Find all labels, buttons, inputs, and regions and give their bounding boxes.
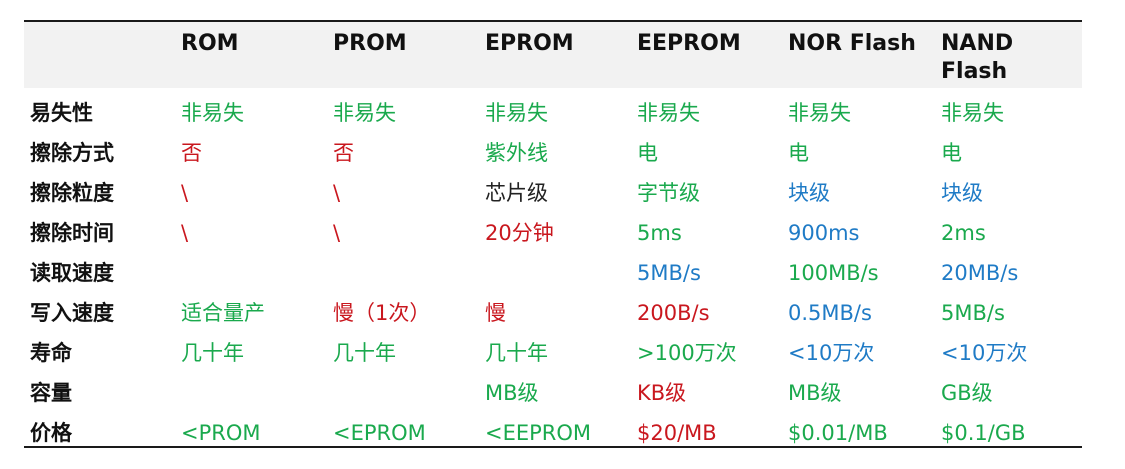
cell-eeprom: $20/MB bbox=[637, 421, 717, 445]
cell-eprom: 紫外线 bbox=[485, 141, 548, 165]
cell-rom: 几十年 bbox=[181, 341, 244, 365]
table-row: 易失性 非易失 非易失 非易失 非易失 非易失 非易失 bbox=[24, 94, 1082, 134]
table-row: 容量 MB级 KB级 MB级 GB级 bbox=[24, 374, 1082, 414]
cell-prom: 否 bbox=[333, 141, 354, 165]
cell-nand-flash: 5MB/s bbox=[941, 301, 1005, 325]
column-header-rom: ROM bbox=[181, 31, 239, 56]
cell-nor-flash: $0.01/MB bbox=[788, 421, 888, 445]
cell-rom: <PROM bbox=[181, 421, 261, 445]
row-label: 擦除时间 bbox=[30, 221, 114, 245]
cell-nand-flash: GB级 bbox=[941, 381, 993, 405]
table-row: 价格 <PROM <EPROM <EEPROM $20/MB $0.01/MB $0.1/G… bbox=[24, 414, 1082, 454]
row-label: 易失性 bbox=[30, 101, 93, 125]
cell-eprom: 芯片级 bbox=[485, 181, 548, 205]
cell-prom: 几十年 bbox=[333, 341, 396, 365]
cell-eeprom: 字节级 bbox=[637, 181, 700, 205]
cell-eeprom: 5ms bbox=[637, 221, 682, 245]
row-label: 写入速度 bbox=[30, 301, 114, 325]
cell-prom: \ bbox=[333, 221, 341, 245]
cell-prom: 慢（1次） bbox=[333, 301, 431, 325]
column-header-eeprom: EEPROM bbox=[637, 31, 741, 56]
cell-rom: \ bbox=[181, 221, 189, 245]
table-body: 易失性 非易失 非易失 非易失 非易失 非易失 非易失擦除方式 否 否 紫外线 电 电 电擦除粒度 \ \ 芯… bbox=[24, 88, 1082, 446]
cell-rom: 非易失 bbox=[181, 101, 244, 125]
cell-nor-flash: 100MB/s bbox=[788, 261, 879, 285]
cell-eeprom: >100万次 bbox=[637, 341, 737, 365]
cell-nor-flash: 块级 bbox=[788, 181, 830, 205]
column-header-nor-flash: NOR Flash bbox=[788, 31, 916, 56]
table-row: 读取速度 5MB/s 100MB/s 20MB/s bbox=[24, 254, 1082, 294]
row-label: 擦除方式 bbox=[30, 141, 114, 165]
row-label: 读取速度 bbox=[30, 261, 114, 285]
row-label: 寿命 bbox=[30, 341, 72, 365]
cell-eeprom: 5MB/s bbox=[637, 261, 701, 285]
cell-nand-flash: 2ms bbox=[941, 221, 986, 245]
cell-nand-flash: 非易失 bbox=[941, 101, 1004, 125]
cell-nor-flash: 900ms bbox=[788, 221, 860, 245]
cell-rom: 否 bbox=[181, 141, 202, 165]
cell-prom: 非易失 bbox=[333, 101, 396, 125]
cell-rom: \ bbox=[181, 181, 189, 205]
cell-eeprom: 电 bbox=[637, 141, 658, 165]
table-row: 擦除方式 否 否 紫外线 电 电 电 bbox=[24, 134, 1082, 174]
cell-prom: <EPROM bbox=[333, 421, 426, 445]
cell-eprom: 慢 bbox=[485, 301, 506, 325]
column-header-prom: PROM bbox=[333, 31, 407, 56]
cell-rom: 适合量产 bbox=[181, 301, 265, 325]
table-header: ROM PROM EPROM EEPROM NOR Flash NAND Fla… bbox=[24, 22, 1082, 88]
cell-nor-flash: 电 bbox=[788, 141, 809, 165]
cell-eprom: <EEPROM bbox=[485, 421, 592, 445]
column-header-nand-flash: NAND Flash bbox=[941, 31, 1014, 84]
cell-eeprom: KB级 bbox=[637, 381, 687, 405]
cell-nand-flash: 20MB/s bbox=[941, 261, 1019, 285]
column-header-eprom: EPROM bbox=[485, 31, 574, 56]
cell-prom: \ bbox=[333, 181, 341, 205]
cell-eeprom: 200B/s bbox=[637, 301, 710, 325]
row-label: 价格 bbox=[30, 421, 72, 445]
cell-nand-flash: $0.1/GB bbox=[941, 421, 1026, 445]
cell-nand-flash: <10万次 bbox=[941, 341, 1028, 365]
cell-nor-flash: 0.5MB/s bbox=[788, 301, 872, 325]
cell-nand-flash: 电 bbox=[941, 141, 962, 165]
cell-eprom: 20分钟 bbox=[485, 221, 554, 245]
cell-eeprom: 非易失 bbox=[637, 101, 700, 125]
table-row: 擦除时间 \ \ 20分钟 5ms 900ms 2ms bbox=[24, 214, 1082, 254]
memory-comparison-table: ROM PROM EPROM EEPROM NOR Flash NAND Fla… bbox=[24, 20, 1082, 448]
table-row: 寿命 几十年 几十年 几十年 >100万次 <10万次 <10万次 bbox=[24, 334, 1082, 374]
row-label: 擦除粒度 bbox=[30, 181, 114, 205]
table-row: 擦除粒度 \ \ 芯片级 字节级 块级 块级 bbox=[24, 174, 1082, 214]
row-label: 容量 bbox=[30, 381, 72, 405]
cell-nor-flash: <10万次 bbox=[788, 341, 875, 365]
cell-eprom: MB级 bbox=[485, 381, 539, 405]
cell-eprom: 几十年 bbox=[485, 341, 548, 365]
cell-nand-flash: 块级 bbox=[941, 181, 983, 205]
table-row: 写入速度 适合量产 慢（1次） 慢 200B/s 0.5MB/s 5MB/s bbox=[24, 294, 1082, 334]
cell-nor-flash: MB级 bbox=[788, 381, 842, 405]
cell-eprom: 非易失 bbox=[485, 101, 548, 125]
cell-nor-flash: 非易失 bbox=[788, 101, 851, 125]
